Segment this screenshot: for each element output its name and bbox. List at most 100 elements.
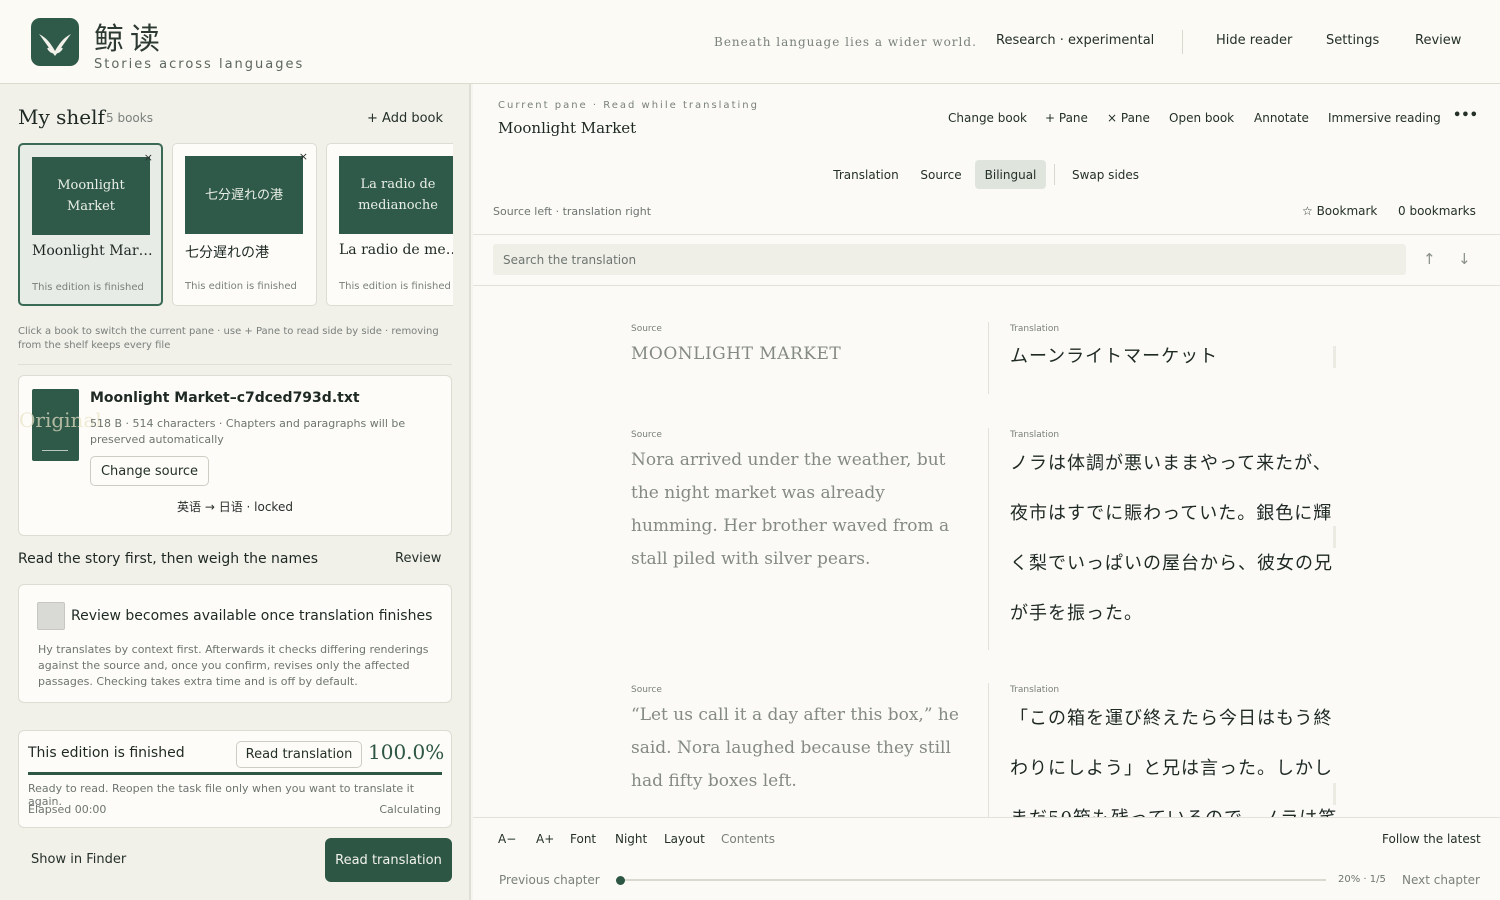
- progress-bar-fill: [28, 772, 442, 775]
- app-subtitle: Stories across languages: [94, 57, 305, 72]
- mode-divider: [1054, 164, 1055, 185]
- reading-progress-track[interactable]: [620, 879, 1326, 881]
- scroll-marker: [1333, 346, 1336, 368]
- book-status: This edition is finished: [339, 281, 451, 292]
- book-card[interactable]: La radio de medianoche La radio de media…: [326, 143, 453, 306]
- font-smaller-button[interactable]: A−: [498, 832, 516, 846]
- nav-research[interactable]: Research · experimental: [996, 33, 1154, 48]
- scroll-marker: [1333, 526, 1336, 548]
- review-link[interactable]: Review: [395, 551, 441, 566]
- source-label: Source: [631, 324, 662, 334]
- elapsed-time: Elapsed 00:00: [28, 803, 107, 816]
- source-paragraph: “Let us call it a day after this box,” h…: [631, 705, 959, 791]
- layout-note: Source left · translation right: [493, 205, 652, 218]
- change-source-button[interactable]: Change source: [90, 456, 209, 486]
- remove-pane-button[interactable]: × Pane: [1107, 111, 1150, 125]
- book-cover: La radio de medianoche: [339, 156, 453, 234]
- scroll-marker: [1333, 783, 1336, 805]
- progress-bar: [28, 772, 442, 775]
- column-divider: [988, 322, 989, 394]
- book-title: La radio de medianoche: [339, 242, 453, 258]
- pane-label: Current pane · Read while translating: [498, 100, 759, 111]
- shelf-title: My shelf: [18, 105, 105, 129]
- show-in-finder-button[interactable]: Show in Finder: [31, 852, 126, 867]
- book-card[interactable]: Moonlight Market Moonlight Market This e…: [18, 143, 163, 306]
- add-pane-button[interactable]: + Pane: [1045, 111, 1088, 125]
- whale-logo-icon: [31, 18, 79, 66]
- source-label: Source: [631, 430, 662, 440]
- review-heading: Read the story first, then weigh the nam…: [18, 551, 319, 567]
- language-lock: 英语 → 日语 · locked: [177, 500, 293, 514]
- progress-title: This edition is finished: [28, 745, 185, 761]
- source-file-card: Original Moonlight Market–c7dced793d.txt…: [18, 375, 452, 536]
- translation-paragraph: ノラは体調が悪いままやって来たが、夜市はすでに賑わっていた。銀色に輝く梨でいっぱ…: [1010, 453, 1333, 624]
- search-down-icon[interactable]: ↓: [1458, 250, 1471, 268]
- add-book-button[interactable]: + Add book: [367, 111, 443, 126]
- source-paragraph: Nora arrived under the weather, but the …: [631, 450, 950, 569]
- layout-button[interactable]: Layout: [664, 832, 705, 846]
- font-button[interactable]: Font: [570, 832, 596, 846]
- divider: [18, 364, 452, 365]
- book-status: This edition is finished: [185, 281, 297, 292]
- mode-bilingual-tab[interactable]: Bilingual: [975, 160, 1046, 189]
- remove-book-icon[interactable]: ×: [144, 151, 153, 164]
- annotate-button[interactable]: Annotate: [1254, 111, 1309, 125]
- contents-button[interactable]: Contents: [721, 832, 775, 846]
- pane-book-title: Moonlight Market: [498, 119, 637, 137]
- remove-book-icon[interactable]: ×: [299, 150, 308, 163]
- bilingual-reader: Source MOONLIGHT MARKET Translation ムーンラ…: [473, 286, 1500, 817]
- file-name: Moonlight Market–c7dced793d.txt: [90, 390, 360, 406]
- book-title: 七分遅れの港: [185, 245, 269, 261]
- translation-paragraph: ムーンライトマーケット: [1010, 346, 1219, 367]
- app-title: 鲸读: [94, 22, 166, 57]
- source-label: Source: [631, 685, 662, 695]
- nav-review[interactable]: Review: [1415, 33, 1461, 48]
- progress-percent: 100.0%: [368, 740, 445, 764]
- read-translation-small-button[interactable]: Read translation: [236, 741, 362, 768]
- book-shelf: Moonlight Market Moonlight Market This e…: [18, 143, 453, 307]
- page-indicator: 20% · 1/5: [1338, 874, 1386, 885]
- bookmark-button[interactable]: ☆ Bookmark: [1302, 204, 1377, 218]
- book-title: Moonlight Market: [32, 243, 156, 259]
- previous-chapter-button[interactable]: Previous chapter: [499, 873, 600, 887]
- nav-divider: [1182, 30, 1183, 54]
- column-divider: [988, 683, 989, 817]
- more-icon[interactable]: •••: [1453, 108, 1478, 123]
- shelf-count: 5 books: [106, 111, 153, 125]
- read-translation-button[interactable]: Read translation: [325, 838, 452, 882]
- swap-sides-button[interactable]: Swap sides: [1063, 160, 1148, 189]
- next-chapter-button[interactable]: Next chapter: [1402, 873, 1480, 887]
- nav-hide-reader[interactable]: Hide reader: [1216, 33, 1292, 48]
- search-input[interactable]: [493, 244, 1406, 275]
- review-checkbox-label: Review becomes available once translatio…: [71, 608, 433, 624]
- mode-source-tab[interactable]: Source: [912, 160, 970, 189]
- book-card[interactable]: 七分遅れの港 七分遅れの港 This edition is finished ×: [172, 143, 317, 306]
- progress-card: This edition is finished Read translatio…: [18, 730, 452, 828]
- top-bar: 鲸读 Stories across languages Beneath lang…: [0, 0, 1500, 84]
- file-meta: 518 B · 514 characters · Chapters and pa…: [90, 417, 406, 446]
- bookmark-count: 0 bookmarks: [1398, 204, 1476, 218]
- review-card: Review becomes available once translatio…: [18, 584, 452, 703]
- follow-latest-button[interactable]: Follow the latest: [1382, 832, 1481, 846]
- immersive-reading-button[interactable]: Immersive reading: [1328, 111, 1441, 125]
- search-up-icon[interactable]: ↑: [1423, 250, 1436, 268]
- reading-progress-handle[interactable]: [616, 876, 625, 885]
- book-cover: Moonlight Market: [32, 157, 150, 235]
- source-paragraph: MOONLIGHT MARKET: [631, 344, 842, 364]
- column-divider: [988, 428, 989, 650]
- mode-translation-tab[interactable]: Translation: [825, 160, 907, 189]
- shelf-hint: Click a book to switch the current pane …: [18, 326, 439, 351]
- review-description: Hy translates by context first. Afterwar…: [38, 643, 429, 688]
- tagline: Beneath language lies a wider world.: [714, 35, 977, 49]
- font-larger-button[interactable]: A+: [536, 832, 554, 846]
- translation-paragraph: 「この箱を運び終えたら今日はもう終わりにしよう」と兄は言った。しかしまだ50箱も…: [1010, 708, 1336, 817]
- open-book-button[interactable]: Open book: [1169, 111, 1234, 125]
- nav-settings[interactable]: Settings: [1326, 33, 1379, 48]
- night-mode-button[interactable]: Night: [615, 832, 647, 846]
- reader-footer: [473, 817, 1500, 900]
- divider: [473, 234, 1500, 235]
- book-cover: 七分遅れの港: [185, 156, 303, 234]
- change-book-button[interactable]: Change book: [948, 111, 1027, 125]
- review-checkbox[interactable]: [37, 602, 65, 630]
- book-status: This edition is finished: [32, 282, 144, 293]
